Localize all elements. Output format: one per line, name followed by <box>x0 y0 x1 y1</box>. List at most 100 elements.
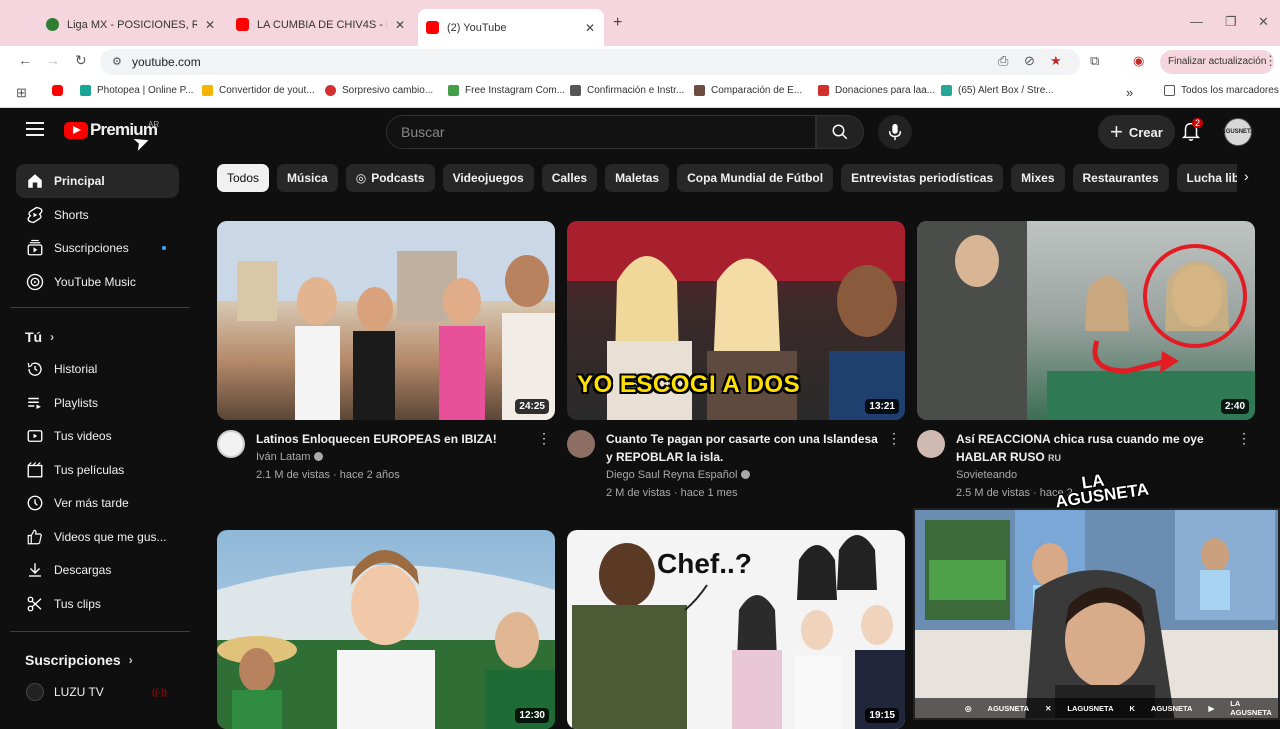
profile-icon[interactable]: ◉ <box>1133 53 1144 69</box>
bookmark-item[interactable]: Convertidor de yout... <box>202 85 315 96</box>
video-title[interactable]: Cuanto Te pagan por casarte con una Isla… <box>606 430 886 466</box>
video-card[interactable]: Chef..? 19:15 <box>567 530 905 729</box>
sidebar-item-label: Tus videos <box>54 429 112 443</box>
sidebar-you-heading[interactable]: Tú › <box>25 329 54 345</box>
site-info-icon[interactable]: ⚙ <box>112 55 122 68</box>
video-duration: 2:40 <box>1220 399 1249 414</box>
tab-la-cumbia[interactable]: LA CUMBIA DE CHIV4S - MIKE ✕ <box>228 11 414 38</box>
video-channel[interactable]: Diego Saul Reyna Español <box>606 469 751 481</box>
chip-podcasts[interactable]: ◎ Podcasts <box>345 164 435 192</box>
more-options-icon[interactable]: ⋮ <box>1237 430 1251 447</box>
channel-avatar[interactable] <box>567 430 595 458</box>
video-card[interactable]: YO ESCOGI A DOS 13:21 Cuanto Te pagan po… <box>567 221 905 500</box>
chip-videojuegos[interactable]: Videojuegos <box>442 164 534 192</box>
thumbnail-caption: YO ESCOGI A DOS <box>577 371 801 398</box>
maximize-icon[interactable]: ❐ <box>1225 14 1237 30</box>
bookmark-item[interactable]: Donaciones para laa... <box>818 85 935 96</box>
sidebar-item-ver-mas-tarde[interactable]: Ver más tarde <box>16 486 179 520</box>
thumbnail-caption: Chef..? <box>657 548 752 579</box>
region-label: AR <box>148 120 160 129</box>
tracking-off-icon[interactable]: ⊘ <box>1024 53 1035 69</box>
bookmark-star-icon[interactable]: ★ <box>1050 53 1062 69</box>
menu-icon[interactable]: ⋮ <box>1264 53 1277 69</box>
sidebar-item-playlists[interactable]: Playlists <box>16 386 179 420</box>
sidebar-item-luzu-tv[interactable]: LUZU TV ((·)) <box>16 675 179 709</box>
more-options-icon[interactable]: ⋮ <box>887 430 901 447</box>
create-label: Crear <box>1128 124 1163 140</box>
sidebar-item-liked-videos[interactable]: Videos que me gus... <box>16 520 179 554</box>
youtube-icon: ▶ <box>1208 703 1215 713</box>
create-button[interactable]: + Crear <box>1098 115 1175 149</box>
more-options-icon[interactable]: ⋮ <box>537 430 551 447</box>
window-close-icon[interactable]: ✕ <box>1258 14 1269 30</box>
bookmark-item[interactable]: Comparación de E... <box>694 85 802 96</box>
apps-icon[interactable]: ⊞ <box>16 85 27 101</box>
minimize-icon[interactable]: — <box>1190 14 1203 29</box>
forward-icon[interactable]: → <box>46 52 60 68</box>
sidebar-item-label: LUZU TV <box>54 685 104 699</box>
video-card[interactable]: 2:40 Así REACCIONA chica rusa cuando me … <box>917 221 1255 500</box>
sidebar-subs-heading[interactable]: Suscripciones › <box>25 652 133 668</box>
menu-hamburger-icon[interactable] <box>26 122 44 140</box>
chip-entrevistas[interactable]: Entrevistas periodísticas <box>841 164 1004 192</box>
tab-liga-mx[interactable]: Liga MX - POSICIONES, RESULT ✕ <box>38 11 224 38</box>
video-channel[interactable]: Iván Latam <box>256 451 324 463</box>
extensions-icon[interactable]: ⧉ <box>1090 53 1099 69</box>
video-thumbnail[interactable]: YO ESCOGI A DOS 13:21 <box>567 221 905 420</box>
close-icon[interactable]: ✕ <box>395 18 405 32</box>
bookmark-item[interactable]: Photopea | Online P... <box>80 85 193 96</box>
chip-mixes[interactable]: Mixes <box>1011 164 1065 192</box>
video-title[interactable]: Latinos Enloquecen EUROPEAS en IBIZA! <box>256 430 536 448</box>
bookmark-item[interactable]: Confirmación e Instr... <box>570 85 684 96</box>
chip-calles[interactable]: Calles <box>541 164 598 192</box>
sidebar-item-historial[interactable]: Historial <box>16 352 179 386</box>
chip-copa-mundial[interactable]: Copa Mundial de Fútbol <box>677 164 834 192</box>
bookmark-item[interactable]: Sorpresivo cambio... <box>325 85 433 96</box>
new-tab-button[interactable]: + <box>613 14 622 32</box>
more-bookmarks-icon[interactable]: » <box>1126 85 1133 100</box>
chip-maletas[interactable]: Maletas <box>605 164 670 192</box>
chevron-right-icon: › <box>50 330 55 344</box>
chip-lucha-libre[interactable]: Lucha libre profesion <box>1176 164 1237 192</box>
video-thumbnail[interactable]: Chef..? 19:15 <box>567 530 905 729</box>
search-input[interactable] <box>387 116 815 148</box>
video-thumbnail[interactable]: 24:25 <box>217 221 555 420</box>
sidebar-item-tus-peliculas[interactable]: Tus películas <box>16 453 179 487</box>
close-icon[interactable]: ✕ <box>585 21 595 35</box>
video-card[interactable]: 24:25 Latinos Enloquecen EUROPEAS en IBI… <box>217 221 555 500</box>
back-icon[interactable]: ← <box>18 52 32 68</box>
reload-icon[interactable]: ↻ <box>75 52 87 69</box>
url-field[interactable]: ⚙ youtube.com <box>100 49 1080 75</box>
voice-search-button[interactable] <box>878 115 912 149</box>
video-thumbnail[interactable]: 2:40 <box>917 221 1255 420</box>
channel-avatar[interactable] <box>917 430 945 458</box>
all-bookmarks[interactable]: Todos los marcadores <box>1164 85 1279 96</box>
search-button[interactable] <box>816 115 864 149</box>
channel-avatar[interactable] <box>217 430 245 458</box>
sidebar-item-youtube-music[interactable]: YouTube Music <box>16 265 179 299</box>
video-thumbnail[interactable]: 12:30 <box>217 530 555 729</box>
sidebar-item-tus-videos[interactable]: Tus videos <box>16 419 179 453</box>
sidebar-item-shorts[interactable]: Shorts <box>16 198 179 232</box>
video-card[interactable]: 12:30 <box>217 530 555 729</box>
chip-restaurantes[interactable]: Restaurantes <box>1072 164 1169 192</box>
bookmark-item[interactable]: Free Instagram Com... <box>448 85 565 96</box>
sidebar-item-label: Videos que me gus... <box>54 530 167 544</box>
bookmark-item[interactable]: (65) Alert Box / Stre... <box>941 85 1054 96</box>
video-channel[interactable]: Sovieteando <box>956 469 1017 481</box>
install-icon[interactable]: ⎙ <box>998 53 1008 69</box>
sidebar-item-principal[interactable]: Principal <box>16 164 179 198</box>
tab-youtube[interactable]: (2) YouTube ✕ <box>418 9 604 46</box>
update-button[interactable]: Finalizar actualización <box>1160 50 1275 74</box>
chip-musica[interactable]: Música <box>277 164 338 192</box>
account-avatar[interactable]: AGUSNETA <box>1221 118 1255 146</box>
chip-todos[interactable]: Todos <box>217 164 270 192</box>
bookmark-youtube[interactable] <box>52 85 69 96</box>
news-icon <box>325 85 336 96</box>
sidebar-item-descargas[interactable]: Descargas <box>16 553 179 587</box>
sidebar-item-suscripciones[interactable]: Suscripciones <box>16 231 179 265</box>
video-title[interactable]: Así REACCIONA chica rusa cuando me oye H… <box>956 430 1236 467</box>
sidebar-item-tus-clips[interactable]: Tus clips <box>16 587 179 621</box>
chevron-right-icon[interactable]: › <box>1244 168 1249 184</box>
close-icon[interactable]: ✕ <box>205 18 215 32</box>
